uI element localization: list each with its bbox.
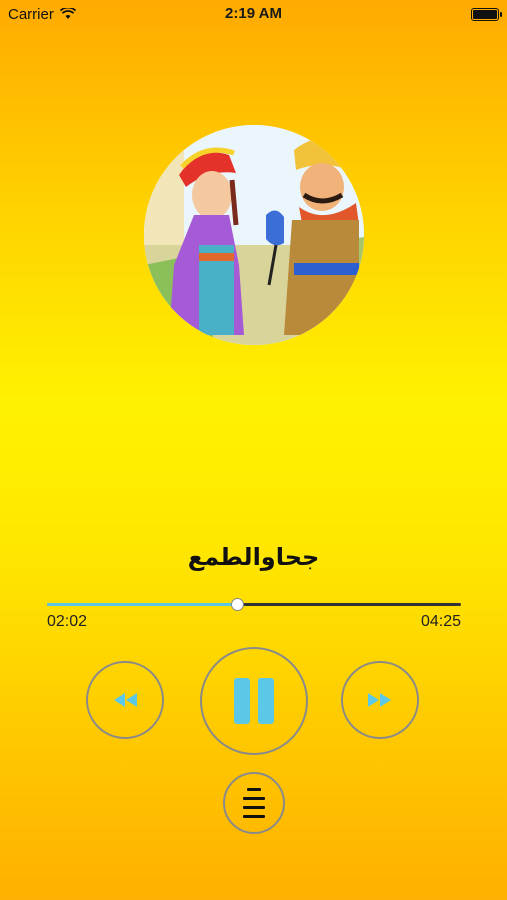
progress-slider[interactable] [47, 598, 461, 611]
elapsed-time: 02:02 [47, 613, 88, 630]
album-artwork [144, 125, 364, 345]
total-time: 04:25 [420, 613, 461, 630]
wifi-icon [59, 8, 76, 19]
progress-fill [47, 603, 238, 606]
pause-icon-bar-right [258, 678, 274, 724]
battery-icon [471, 7, 502, 21]
status-bar: Carrier [0, 0, 507, 28]
pause-button[interactable] [200, 647, 308, 755]
battery-fill [473, 9, 497, 19]
playlist-icon [243, 788, 265, 818]
rewind-button[interactable] [86, 661, 164, 739]
fast-forward-button[interactable] [341, 661, 419, 739]
progress-thumb[interactable] [231, 598, 245, 611]
playlist-button[interactable] [223, 772, 285, 834]
rewind-icon [114, 693, 137, 707]
fast-forward-icon [368, 693, 391, 707]
track-title: جحاوالطمع [187, 543, 320, 571]
carrier-label: Carrier [8, 5, 54, 23]
pause-icon-bar-left [234, 678, 250, 724]
artwork-illustration [144, 125, 364, 345]
status-left: Carrier [8, 6, 76, 23]
